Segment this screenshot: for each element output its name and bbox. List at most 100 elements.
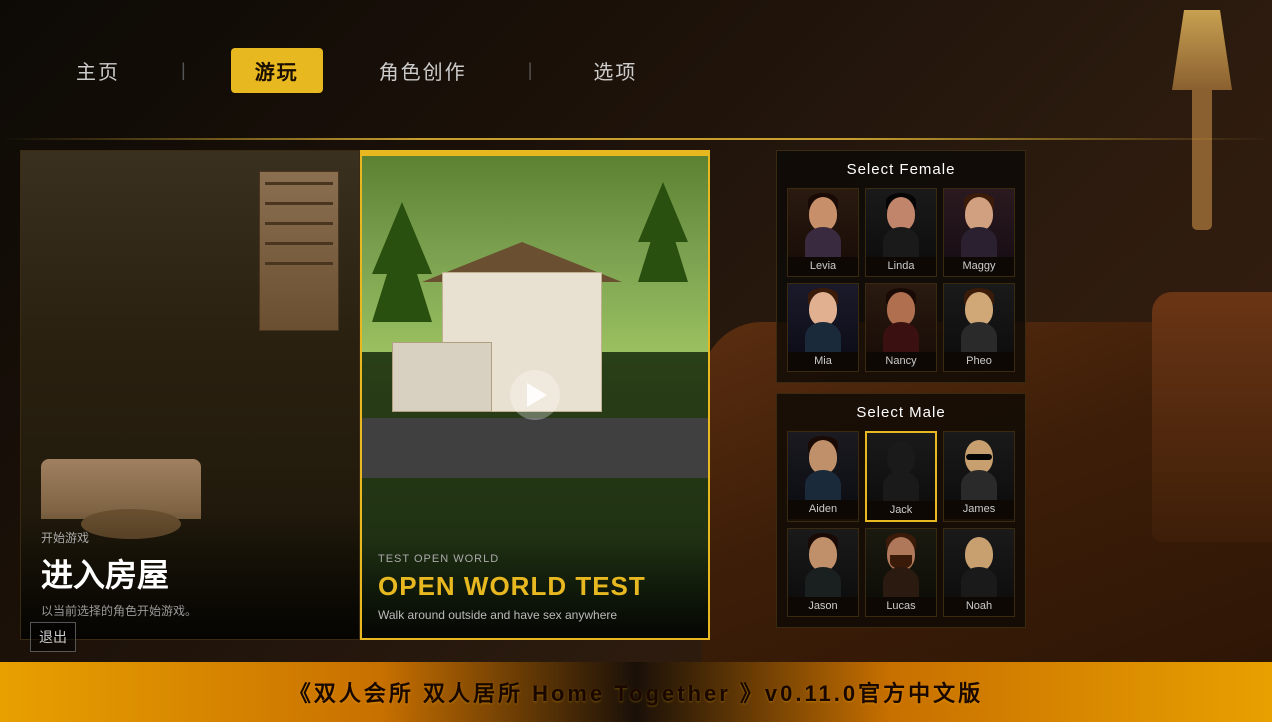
char-card-nancy[interactable]: Nancy [865, 283, 937, 372]
char-name-jack: Jack [867, 501, 935, 520]
head-nancy [887, 292, 915, 326]
char-name-lucas: Lucas [866, 597, 936, 616]
ow-tag: TEST OPEN WORLD [378, 553, 692, 565]
left-panel: 开始游戏 进入房屋 以当前选择的角色开始游戏。 TEST OPEN WORLD … [20, 150, 760, 652]
female-char-grid: Levia Linda [787, 188, 1015, 372]
mask-jack [887, 441, 915, 475]
sunglasses-james [966, 454, 992, 460]
body-james [961, 470, 997, 500]
nav-play[interactable]: 游玩 [231, 48, 323, 93]
char-name-jason: Jason [788, 597, 858, 616]
body-noah [961, 567, 997, 597]
face-linda [887, 197, 915, 231]
bookshelf-decoration [259, 171, 339, 331]
char-name-maggy: Maggy [944, 257, 1014, 276]
main-content: 开始游戏 进入房屋 以当前选择的角色开始游戏。 TEST OPEN WORLD … [0, 140, 1272, 662]
head-mia [809, 292, 837, 326]
house-desc: 以当前选择的角色开始游戏。 [41, 602, 339, 619]
char-portrait-jack [867, 433, 935, 501]
char-name-nancy: Nancy [866, 352, 936, 371]
char-card-mia[interactable]: Mia [787, 283, 859, 372]
char-name-pheo: Pheo [944, 352, 1014, 371]
char-name-mia: Mia [788, 352, 858, 371]
face-aiden [809, 440, 837, 474]
head-pheo [965, 292, 993, 326]
body-lucas [883, 567, 919, 597]
face-noah [965, 537, 993, 571]
house-subtitle: 开始游戏 [41, 529, 339, 546]
nav-home[interactable]: 主页 [60, 48, 136, 93]
char-name-aiden: Aiden [788, 500, 858, 519]
face-pheo [965, 292, 993, 326]
body-pheo [961, 322, 997, 352]
char-card-jack[interactable]: Jack [865, 431, 937, 522]
body-maggy [961, 227, 997, 257]
body-aiden [805, 470, 841, 500]
house-title: 进入房屋 [41, 550, 339, 596]
body-jason [805, 567, 841, 597]
char-portrait-linda [866, 189, 936, 257]
ow-house-garage [392, 342, 492, 412]
char-card-jason[interactable]: Jason [787, 528, 859, 617]
face-jason [809, 537, 837, 571]
char-name-james: James [944, 500, 1014, 519]
logout-button[interactable]: 退出 [30, 622, 76, 652]
head-aiden [809, 440, 837, 474]
house-text-overlay: 开始游戏 进入房屋 以当前选择的角色开始游戏。 [21, 509, 359, 639]
face-lucas [887, 537, 915, 571]
nav-bar: 主页 | 游玩 角色创作 | 选项 [0, 0, 1272, 140]
char-portrait-jason [788, 529, 858, 597]
head-noah [965, 537, 993, 571]
char-card-noah[interactable]: Noah [943, 528, 1015, 617]
male-select-title: Select Male [787, 404, 1015, 421]
face-james [965, 440, 993, 474]
char-name-noah: Noah [944, 597, 1014, 616]
ow-road [362, 418, 708, 478]
logout-area: 退出 [30, 622, 76, 652]
play-icon [527, 383, 547, 407]
ow-desc: Walk around outside and have sex anywher… [378, 608, 692, 622]
char-portrait-levia [788, 189, 858, 257]
char-card-maggy[interactable]: Maggy [943, 188, 1015, 277]
char-card-pheo[interactable]: Pheo [943, 283, 1015, 372]
char-portrait-nancy [866, 284, 936, 352]
nav-divider-1: | [181, 60, 186, 81]
char-portrait-pheo [944, 284, 1014, 352]
card-house[interactable]: 开始游戏 进入房屋 以当前选择的角色开始游戏。 [20, 150, 360, 640]
male-select-section: Select Male Aiden [776, 393, 1026, 628]
char-card-lucas[interactable]: Lucas [865, 528, 937, 617]
right-panel: Select Female Levia [776, 150, 1026, 652]
char-card-aiden[interactable]: Aiden [787, 431, 859, 522]
nav-character[interactable]: 角色创作 [363, 48, 483, 93]
ow-title: OPEN WORLD TEST [378, 571, 692, 602]
body-mia [805, 322, 841, 352]
head-jason [809, 537, 837, 571]
footer-title: 《双人会所 双人居所 Home Together 》v0.11.0官方中文版 [289, 676, 983, 708]
face-nancy [887, 292, 915, 326]
female-select-title: Select Female [787, 161, 1015, 178]
char-name-linda: Linda [866, 257, 936, 276]
char-portrait-maggy [944, 189, 1014, 257]
face-mia [809, 292, 837, 326]
ow-text-overlay: TEST OPEN WORLD OPEN WORLD TEST Walk aro… [362, 537, 708, 638]
male-char-grid: Aiden Jack [787, 431, 1015, 617]
head-linda [887, 197, 915, 231]
nav-options[interactable]: 选项 [577, 48, 653, 93]
char-card-james[interactable]: James [943, 431, 1015, 522]
body-jack [883, 471, 919, 501]
head-levia [809, 197, 837, 231]
nav-divider-2: | [528, 60, 533, 81]
play-button[interactable] [510, 370, 560, 420]
card-open-world[interactable]: TEST OPEN WORLD OPEN WORLD TEST Walk aro… [360, 150, 710, 640]
body-nancy [883, 322, 919, 352]
face-levia [809, 197, 837, 231]
bottom-bar: 《双人会所 双人居所 Home Together 》v0.11.0官方中文版 [0, 662, 1272, 722]
char-portrait-mia [788, 284, 858, 352]
head-maggy [965, 197, 993, 231]
body-linda [883, 227, 919, 257]
char-name-levia: Levia [788, 257, 858, 276]
char-card-levia[interactable]: Levia [787, 188, 859, 277]
face-maggy [965, 197, 993, 231]
char-card-linda[interactable]: Linda [865, 188, 937, 277]
female-select-section: Select Female Levia [776, 150, 1026, 383]
